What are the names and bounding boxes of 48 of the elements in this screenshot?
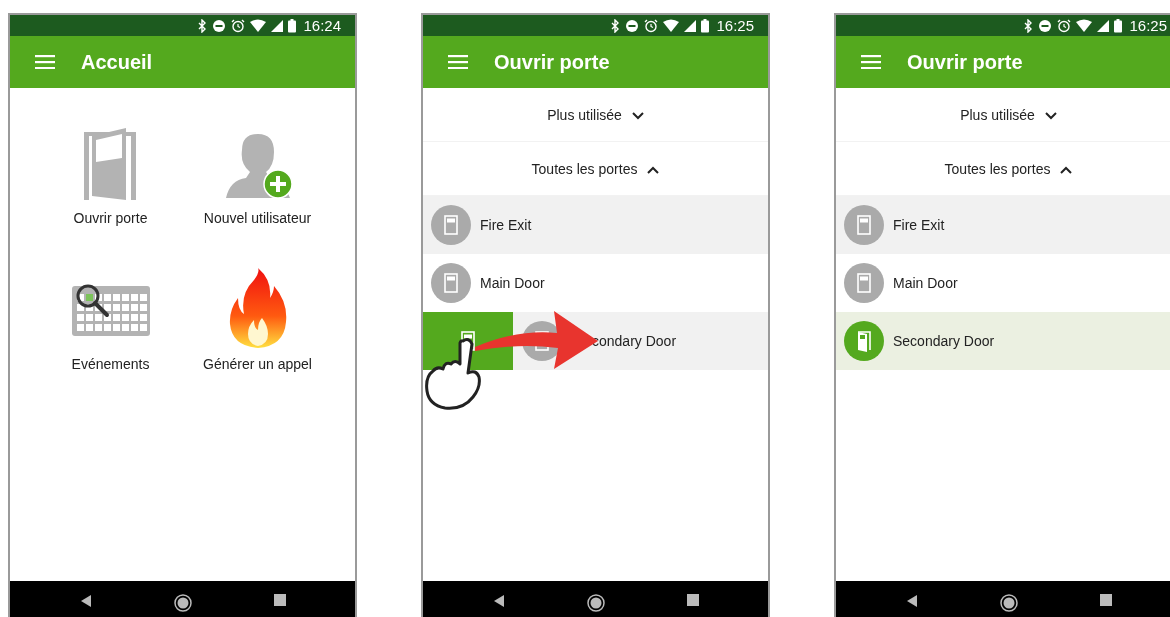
battery-icon	[1114, 18, 1123, 33]
bluetooth-icon	[197, 18, 208, 33]
bluetooth-icon	[1023, 18, 1034, 33]
status-time: 16:25	[1129, 17, 1167, 34]
home-tile[interactable]: Générer un appel	[185, 270, 330, 372]
open-door-icon	[844, 321, 884, 361]
alarm-icon	[1057, 18, 1072, 33]
do-not-disturb-icon	[1038, 18, 1053, 33]
door-list-item[interactable]: Fire Exit	[423, 196, 768, 254]
alarm-icon	[231, 18, 246, 33]
menu-icon[interactable]	[35, 55, 55, 69]
home-icon[interactable]	[173, 594, 192, 612]
battery-icon	[288, 18, 297, 33]
recents-icon[interactable]	[273, 594, 286, 606]
wifi-icon	[250, 18, 267, 33]
door-list-item[interactable]: Secondary Door	[836, 312, 1170, 370]
do-not-disturb-icon	[625, 18, 640, 33]
do-not-disturb-icon	[212, 18, 227, 33]
home-tile[interactable]: Nouvel utilisateur	[185, 124, 330, 226]
back-icon[interactable]	[905, 594, 918, 608]
screen-title: Accueil	[81, 50, 153, 74]
wifi-icon	[663, 18, 680, 33]
status-time: 16:24	[303, 17, 341, 34]
cell-signal-icon	[684, 18, 697, 33]
status-time: 16:25	[716, 17, 754, 34]
door-icon	[844, 263, 884, 303]
bluetooth-icon	[610, 18, 621, 33]
screen-title: Ouvrir porte	[907, 50, 1023, 74]
home-tile[interactable]: Evénements	[38, 270, 183, 372]
menu-icon[interactable]	[861, 55, 881, 69]
cell-signal-icon	[271, 18, 284, 33]
door-icon	[431, 205, 471, 245]
wifi-icon	[1076, 18, 1093, 33]
screen-title: Ouvrir porte	[494, 50, 610, 74]
back-icon[interactable]	[492, 594, 505, 608]
menu-icon[interactable]	[448, 55, 468, 69]
home-tile[interactable]: Ouvrir porte	[38, 124, 183, 226]
home-icon[interactable]	[586, 594, 605, 612]
door-list-item[interactable]: Fire Exit	[836, 196, 1170, 254]
door-icon	[431, 263, 471, 303]
battery-icon	[701, 18, 710, 33]
back-icon[interactable]	[79, 594, 92, 608]
cell-signal-icon	[1097, 18, 1110, 33]
recents-icon[interactable]	[1099, 594, 1112, 606]
door-icon	[844, 205, 884, 245]
home-icon[interactable]	[999, 594, 1018, 612]
alarm-icon	[644, 18, 659, 33]
recents-icon[interactable]	[686, 594, 699, 606]
